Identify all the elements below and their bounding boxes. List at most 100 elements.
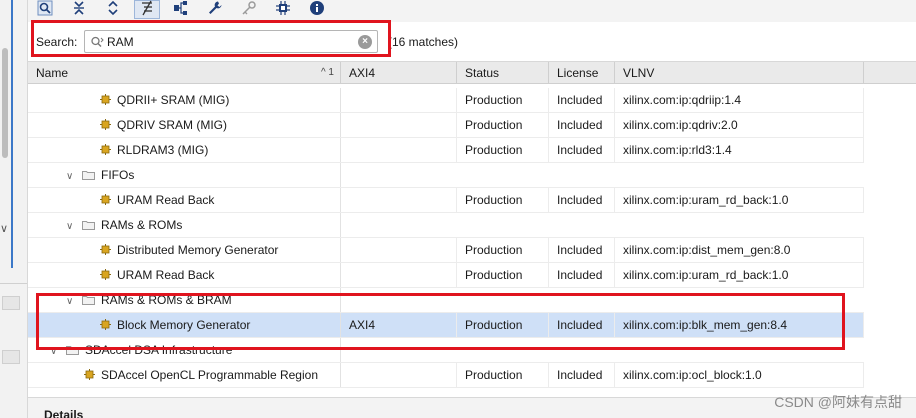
match-count: (16 matches) (388, 35, 459, 49)
axi4-cell (341, 263, 457, 287)
key-icon (241, 0, 257, 19)
vlnv-cell: xilinx.com:ip:qdriv:2.0 (615, 113, 864, 137)
name-cell: ∨ RAMs & ROMs & BRAM (28, 288, 341, 312)
column-header-status[interactable]: Status (457, 62, 549, 84)
table-row[interactable]: Distributed Memory Generator Production … (28, 238, 864, 263)
chevron-down-icon[interactable]: ∨ (0, 222, 8, 235)
left-panel-edge: ∨ (0, 0, 28, 418)
table-row[interactable]: SDAccel OpenCL Programmable Region Produ… (28, 363, 864, 388)
status-cell: Production (457, 138, 549, 162)
group-row-fifos[interactable]: ∨ FIFOs (28, 163, 864, 188)
search-icon (37, 0, 53, 19)
table-row[interactable]: QDRII+ SRAM (MIG) Production Included xi… (28, 88, 864, 113)
column-label: Name (36, 66, 69, 80)
vlnv-cell: xilinx.com:ip:dist_mem_gen:8.0 (615, 238, 864, 262)
name-cell: URAM Read Back (28, 188, 341, 212)
left-scrollbar[interactable] (2, 48, 8, 158)
hierarchy-button[interactable] (134, 0, 160, 19)
search-button[interactable] (32, 0, 58, 19)
axi4-cell: AXI4 (341, 313, 457, 337)
group-row-rams-roms-bram[interactable]: ∨ RAMs & ROMs & BRAM (28, 288, 864, 313)
ip-core-icon (100, 89, 111, 105)
collapse-all-button[interactable] (66, 0, 92, 19)
expand-all-button[interactable] (100, 0, 126, 19)
column-label: AXI4 (349, 66, 376, 80)
ip-core-icon (100, 239, 111, 255)
sort-ascending-icon: ^ 1 (320, 67, 334, 78)
license-cell: Included (549, 113, 615, 137)
axi4-cell (341, 238, 457, 262)
chip-icon (275, 0, 291, 19)
group-name: SDAccel DSA Infrastructure (85, 343, 233, 357)
ip-catalog-table: Name ^ 1 AXI4 Status License VLNV QDRII+… (28, 61, 916, 391)
ip-core-icon (100, 114, 111, 130)
chevron-down-icon[interactable]: ∨ (66, 290, 76, 314)
table-body: QDRII+ SRAM (MIG) Production Included xi… (28, 88, 916, 388)
column-label: Status (465, 66, 500, 80)
details-title: Details (44, 408, 84, 418)
name-cell: RLDRAM3 (MIG) (28, 138, 341, 162)
folder-icon (66, 339, 79, 355)
ip-core-icon (100, 139, 111, 155)
chevron-down-icon[interactable]: ∨ (50, 340, 60, 364)
watermark: CSDN @阿妹有点甜 (774, 394, 902, 410)
clear-search-icon[interactable]: × (358, 35, 372, 49)
column-header-vlnv[interactable]: VLNV (615, 62, 864, 84)
table-row[interactable]: URAM Read Back Production Included xilin… (28, 188, 864, 213)
ip-core-icon (84, 364, 95, 380)
license-cell: Included (549, 88, 615, 112)
license-cell: Included (549, 313, 615, 337)
ip-name: URAM Read Back (117, 193, 215, 207)
chip-button[interactable] (270, 0, 296, 19)
group-row-sdaccel[interactable]: ∨ SDAccel DSA Infrastructure (28, 338, 864, 363)
table-row[interactable]: URAM Read Back Production Included xilin… (28, 263, 864, 288)
chevron-down-icon[interactable]: ∨ (66, 215, 76, 239)
panel-tab[interactable] (2, 350, 20, 364)
column-label: License (557, 66, 599, 80)
axi4-cell (341, 88, 457, 112)
search-box[interactable]: × (84, 30, 378, 53)
info-icon (309, 0, 325, 19)
table-row[interactable]: QDRIV SRAM (MIG) Production Included xil… (28, 113, 864, 138)
search-input[interactable] (107, 33, 347, 50)
column-header-license[interactable]: License (549, 62, 615, 84)
group-name: RAMs & ROMs & BRAM (101, 293, 232, 307)
name-cell: URAM Read Back (28, 263, 341, 287)
group-row-rams-roms[interactable]: ∨ RAMs & ROMs (28, 213, 864, 238)
table-row-selected[interactable]: Block Memory Generator AXI4 Production I… (28, 313, 864, 338)
folder-icon (82, 164, 95, 180)
name-cell: ∨ FIFOs (28, 163, 341, 187)
chevron-down-icon[interactable]: ∨ (66, 165, 76, 189)
vlnv-cell: xilinx.com:ip:blk_mem_gen:8.4 (615, 313, 864, 337)
status-cell: Production (457, 88, 549, 112)
table-row[interactable]: RLDRAM3 (MIG) Production Included xilinx… (28, 138, 864, 163)
ip-core-icon (100, 314, 111, 330)
expand-all-icon (105, 0, 121, 19)
status-cell: Production (457, 363, 549, 387)
name-cell: ∨ RAMs & ROMs (28, 213, 341, 237)
ip-name: Block Memory Generator (117, 318, 251, 332)
license-cell: Included (549, 138, 615, 162)
ip-name: RLDRAM3 (MIG) (117, 143, 209, 157)
customize-button[interactable] (202, 0, 228, 19)
search-row: Search: × (16 matches) (28, 22, 916, 62)
status-cell: Production (457, 113, 549, 137)
column-header-axi4[interactable]: AXI4 (341, 62, 457, 84)
license-cell: Included (549, 363, 615, 387)
name-cell: ∨ SDAccel DSA Infrastructure (28, 338, 341, 362)
ip-name: URAM Read Back (117, 268, 215, 282)
search-icon (89, 34, 105, 50)
panel-tab[interactable] (2, 296, 20, 310)
license-cell: Included (549, 238, 615, 262)
license-cell: Included (549, 188, 615, 212)
network-button[interactable] (168, 0, 194, 19)
network-icon (173, 0, 189, 19)
column-header-name[interactable]: Name ^ 1 (28, 62, 341, 84)
ip-core-icon (100, 189, 111, 205)
license-button[interactable] (236, 0, 262, 19)
folder-icon (82, 289, 95, 305)
vlnv-cell: xilinx.com:ip:ocl_block:1.0 (615, 363, 864, 387)
ip-core-icon (100, 264, 111, 280)
info-button[interactable] (304, 0, 330, 19)
axi4-cell (341, 188, 457, 212)
